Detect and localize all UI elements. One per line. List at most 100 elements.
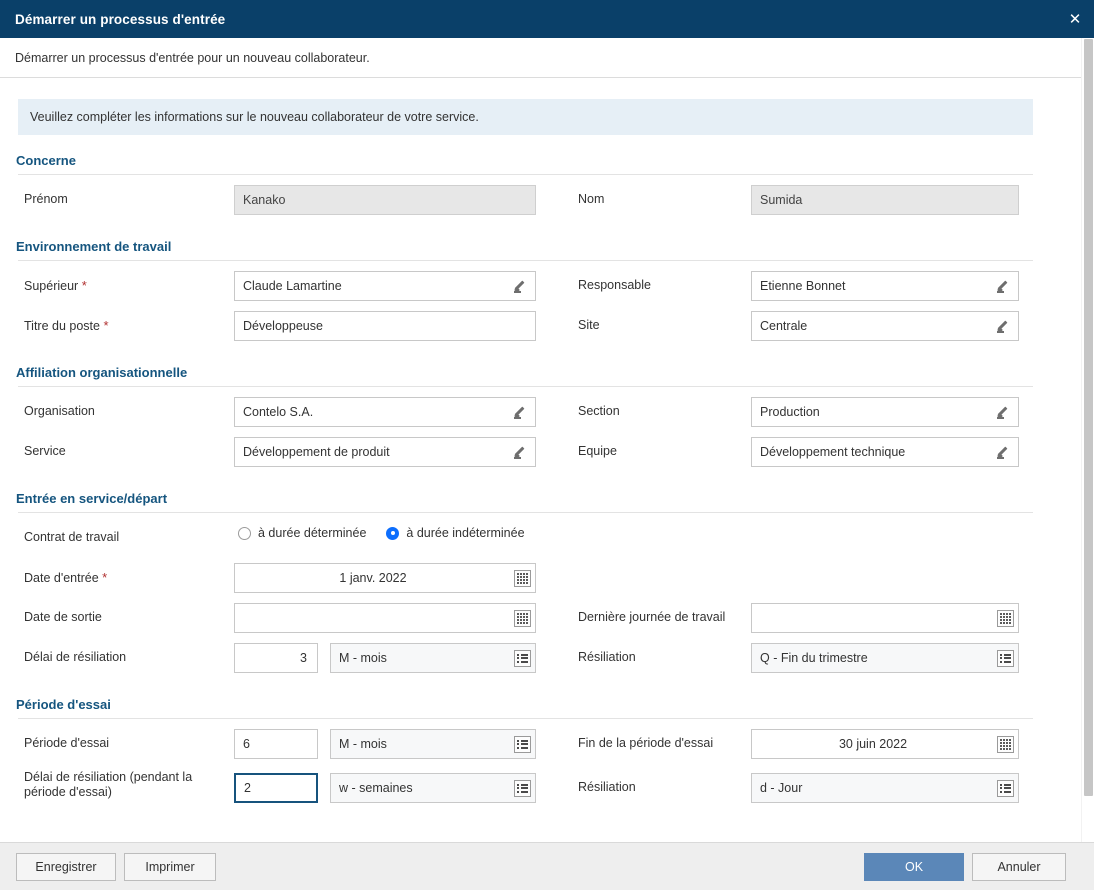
field-value: 30 juin 2022 <box>838 737 908 751</box>
field-value: Développement technique <box>760 445 906 459</box>
field-label: Site <box>578 318 600 332</box>
resiliation-essai-select[interactable]: d - Jour <box>751 773 1019 803</box>
derniere-journee-travail-field[interactable] <box>751 603 1019 633</box>
form-row: Prénom Kanako Nom Sumida <box>0 183 1085 223</box>
form-scroll-area: Veuillez compléter les informations sur … <box>0 79 1085 842</box>
form-row: Service Développement de produit Equipe … <box>0 435 1085 475</box>
list-icon[interactable] <box>992 644 1018 672</box>
field-label: Période d'essai <box>24 736 110 750</box>
radio-duree-determinee[interactable]: à durée déterminée <box>238 526 366 540</box>
field-label: Dernière journée de travail <box>578 610 726 624</box>
field-value: Q - Fin du trimestre <box>760 651 868 665</box>
field-value: M - mois <box>339 651 387 665</box>
field-label: Supérieur * <box>24 278 87 293</box>
section-affiliation-organisationnelle: Affiliation organisationnelle Organisati… <box>0 349 1085 475</box>
field-value: 1 janv. 2022 <box>339 571 407 585</box>
close-icon[interactable]: ✕ <box>1056 0 1094 38</box>
radio-label: à durée déterminée <box>258 526 367 540</box>
delai-resiliation-number-input[interactable]: 3 <box>234 643 318 673</box>
nom-field[interactable]: Sumida <box>751 185 1019 215</box>
field-value: Etienne Bonnet <box>760 279 846 293</box>
field-value: M - mois <box>339 737 387 751</box>
dialog-subtitle-bar: Démarrer un processus d'entrée pour un n… <box>0 38 1085 78</box>
section-field[interactable]: Production <box>751 397 1019 427</box>
date-sortie-field[interactable] <box>234 603 536 633</box>
prenom-field[interactable]: Kanako <box>234 185 536 215</box>
pencil-icon[interactable] <box>509 398 535 426</box>
section-environnement-de-travail: Environnement de travail Supérieur * Cla… <box>0 223 1085 349</box>
radio-label: à durée indéterminée <box>406 526 525 540</box>
radio-duree-indeterminee[interactable]: à durée indéterminée <box>386 526 525 540</box>
field-value: Développement de produit <box>243 445 390 459</box>
calendar-icon[interactable] <box>509 564 535 592</box>
calendar-icon[interactable] <box>509 604 535 632</box>
info-banner: Veuillez compléter les informations sur … <box>18 99 1033 135</box>
field-label: Contrat de travail <box>24 530 120 544</box>
form-row: Date d'entrée * 1 janv. 2022 <box>0 561 1085 601</box>
ok-button[interactable]: OK <box>864 853 964 881</box>
field-label: Organisation <box>24 404 95 418</box>
field-label: Délai de résiliation <box>24 650 127 664</box>
resiliation-select[interactable]: Q - Fin du trimestre <box>751 643 1019 673</box>
pencil-icon[interactable] <box>509 272 535 300</box>
form-row: Période d'essai 6 M - mois Fin de la pér… <box>0 727 1085 767</box>
site-field[interactable]: Centrale <box>751 311 1019 341</box>
dialog-title: Démarrer un processus d'entrée <box>15 11 226 27</box>
field-value: Sumida <box>760 193 803 207</box>
calendar-icon[interactable] <box>992 730 1018 758</box>
pencil-icon[interactable] <box>992 438 1018 466</box>
pencil-icon[interactable] <box>992 398 1018 426</box>
save-button[interactable]: Enregistrer <box>16 853 116 881</box>
dialog-footer: Enregistrer Imprimer OK Annuler <box>0 842 1094 890</box>
field-value: 2 <box>244 781 251 795</box>
pencil-icon[interactable] <box>992 312 1018 340</box>
calendar-icon[interactable] <box>992 604 1018 632</box>
field-label: Nom <box>578 192 605 206</box>
field-label: Service <box>24 444 66 458</box>
scrollbar-thumb[interactable] <box>1084 39 1093 796</box>
date-entree-field[interactable]: 1 janv. 2022 <box>234 563 536 593</box>
responsable-field[interactable]: Etienne Bonnet <box>751 271 1019 301</box>
titre-du-poste-field[interactable]: Développeuse <box>234 311 536 341</box>
contract-type-radio-group: à durée déterminée à durée indéterminée <box>238 526 545 540</box>
form-row: Contrat de travail à durée déterminée à … <box>0 521 1085 561</box>
delai-resiliation-essai-number-input[interactable]: 2 <box>234 773 318 803</box>
field-label: Date d'entrée * <box>24 570 108 585</box>
dialog-window: Démarrer un processus d'entrée ✕ Démarre… <box>0 0 1094 890</box>
print-button[interactable]: Imprimer <box>124 853 216 881</box>
pencil-icon[interactable] <box>509 438 535 466</box>
list-icon[interactable] <box>992 774 1018 802</box>
form-row: Supérieur * Claude Lamartine Responsable… <box>0 269 1085 309</box>
field-label: Titre du poste * <box>24 318 109 333</box>
field-label: Résiliation <box>578 780 636 794</box>
superieur-field[interactable]: Claude Lamartine <box>234 271 536 301</box>
field-value: 3 <box>300 651 307 665</box>
delai-resiliation-unit-select[interactable]: M - mois <box>330 643 536 673</box>
field-value: d - Jour <box>760 781 803 795</box>
field-label: Equipe <box>578 444 617 458</box>
section-concerne: Concerne Prénom Kanako Nom Sumida <box>0 135 1085 223</box>
list-icon[interactable] <box>509 644 535 672</box>
pencil-icon[interactable] <box>992 272 1018 300</box>
form-row: Titre du poste * Développeuse Site Centr… <box>0 309 1085 349</box>
section-periode-d-essai: Période d'essai Période d'essai 6 M - mo… <box>0 681 1085 815</box>
vertical-scrollbar[interactable] <box>1081 38 1094 842</box>
field-value: Claude Lamartine <box>243 279 342 293</box>
form-row: Délai de résiliation (pendant la période… <box>0 767 1085 815</box>
section-title: Affiliation organisationnelle <box>16 365 188 380</box>
equipe-field[interactable]: Développement technique <box>751 437 1019 467</box>
fin-periode-essai-field[interactable]: 30 juin 2022 <box>751 729 1019 759</box>
service-field[interactable]: Développement de produit <box>234 437 536 467</box>
delai-resiliation-essai-unit-select[interactable]: w - semaines <box>330 773 536 803</box>
field-value: Kanako <box>243 193 286 207</box>
field-label: Section <box>578 404 620 418</box>
dialog-titlebar: Démarrer un processus d'entrée ✕ <box>0 0 1094 38</box>
list-icon[interactable] <box>509 730 535 758</box>
field-value: Production <box>760 405 820 419</box>
periode-essai-unit-select[interactable]: M - mois <box>330 729 536 759</box>
list-icon[interactable] <box>509 774 535 802</box>
form-row: Délai de résiliation 3 M - mois Résiliat… <box>0 641 1085 681</box>
periode-essai-number-input[interactable]: 6 <box>234 729 318 759</box>
organisation-field[interactable]: Contelo S.A. <box>234 397 536 427</box>
cancel-button[interactable]: Annuler <box>972 853 1066 881</box>
